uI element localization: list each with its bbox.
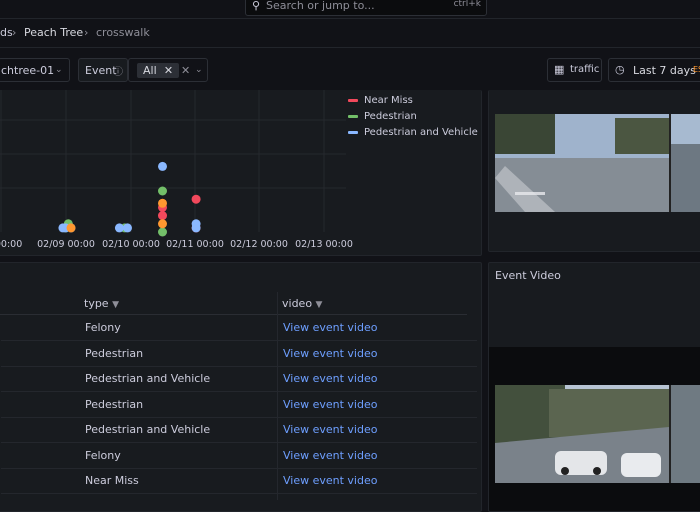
legend-label: Pedestrian xyxy=(364,111,417,122)
dashboard-grid-icon: ▦ xyxy=(554,63,565,76)
view-event-video-link[interactable]: View event video xyxy=(283,347,377,360)
x-tick-label: 02/12 00:00 xyxy=(230,239,288,250)
time-range-label: Last 7 days xyxy=(633,64,696,77)
chevron-down-icon: ⌄ xyxy=(195,65,203,75)
shortcut-hint: ctrl+k xyxy=(453,0,481,9)
scatter-point[interactable] xyxy=(191,194,201,204)
breadcrumb-separator: › xyxy=(12,26,17,39)
chevron-down-icon: ⌄ xyxy=(55,65,63,75)
time-range-picker[interactable]: ◷ Last 7 days ES xyxy=(608,58,700,82)
search-box[interactable]: ⚲ Search or jump to... ctrl+k xyxy=(245,0,487,16)
view-event-video-link[interactable]: View event video xyxy=(283,423,377,436)
search-placeholder: Search or jump to... xyxy=(266,0,375,12)
remove-chip-icon[interactable]: ✕ xyxy=(164,64,173,77)
camera-select-value: chtree-01 xyxy=(1,64,55,77)
cell-type: Pedestrian and Vehicle xyxy=(85,372,211,385)
scatter-point[interactable] xyxy=(114,223,124,233)
cell-type: Pedestrian and Vehicle xyxy=(85,423,211,436)
scatter-point[interactable] xyxy=(158,227,167,237)
event-select[interactable]: All ✕ ✕ ⌄ xyxy=(128,58,208,82)
column-header-label: video xyxy=(282,297,313,310)
legend-item-pedestrian[interactable]: Pedestrian xyxy=(348,111,417,122)
x-tick-label: 02/11 00:00 xyxy=(166,239,224,250)
cell-type: Pedestrian xyxy=(85,346,144,360)
scatter-point[interactable] xyxy=(158,161,167,171)
table-row: Pedestrian and Vehicle View event video xyxy=(1,417,477,443)
camera-snapshot-image[interactable] xyxy=(495,114,700,212)
view-event-video-link[interactable]: View event video xyxy=(283,398,377,411)
table-row: Pedestrian View event video xyxy=(1,392,477,418)
timezone-label: ES xyxy=(693,65,700,74)
legend-label: Pedestrian and Vehicle xyxy=(364,127,478,138)
scatter-point[interactable] xyxy=(123,223,132,233)
table-row: Felony View event video xyxy=(1,315,477,341)
scatter-point[interactable] xyxy=(158,186,167,196)
legend-item-pedestrian-and-vehicle[interactable]: Pedestrian and Vehicle xyxy=(348,127,478,138)
traffic-link-button[interactable]: ▦ traffic xyxy=(547,58,602,82)
column-header-video[interactable]: video ▼ xyxy=(282,297,322,310)
table-row: Near Miss View event video xyxy=(1,468,477,494)
scatter-point[interactable] xyxy=(158,198,167,208)
event-value-label: All xyxy=(143,64,157,77)
x-tick-label: 02/09 00:00 xyxy=(37,239,95,250)
clear-icon[interactable]: ✕ xyxy=(181,64,190,77)
traffic-link-label: traffic xyxy=(570,64,600,75)
breadcrumb-item-dashboards[interactable]: ds xyxy=(0,26,13,39)
legend-item-near-miss[interactable]: Near Miss xyxy=(348,95,413,106)
variables-bar: chtree-01 ⌄ Event ⓘ All ✕ ✕ ⌄ ▦ traffic … xyxy=(0,48,700,93)
event-video-player[interactable] xyxy=(489,347,700,511)
events-scatter-panel: 08 00:00 02/09 00:00 02/10 00:00 02/11 00:0… xyxy=(0,90,482,256)
scatter-point[interactable] xyxy=(158,219,167,229)
filter-icon[interactable]: ▼ xyxy=(112,300,119,310)
table-header: type ▼ video ▼ xyxy=(0,295,467,315)
scatter-point[interactable] xyxy=(158,211,167,221)
view-event-video-link[interactable]: View event video xyxy=(283,449,377,462)
breadcrumb-separator: › xyxy=(84,26,89,39)
scatter-point[interactable] xyxy=(191,219,201,229)
table-row: Pedestrian View event video xyxy=(1,341,477,367)
view-event-video-link[interactable]: View event video xyxy=(283,474,377,487)
top-bar: ⚲ Search or jump to... ctrl+k xyxy=(0,0,700,19)
table-row: Felony View event video xyxy=(1,443,477,469)
info-icon: ⓘ xyxy=(113,67,123,78)
scatter-point[interactable] xyxy=(66,223,76,233)
column-header-label: type xyxy=(84,297,109,310)
event-label-text: Event xyxy=(85,64,117,77)
column-divider xyxy=(277,292,278,500)
breadcrumb-item-peach-tree[interactable]: Peach Tree xyxy=(24,26,83,39)
camera-snapshot-panel xyxy=(488,90,700,252)
event-video-panel: Event Video xyxy=(488,262,700,512)
cell-type: Felony xyxy=(85,321,121,334)
breadcrumb: ds › Peach Tree › crosswalk xyxy=(0,19,700,48)
cell-type: Felony xyxy=(85,448,121,462)
event-label: Event ⓘ xyxy=(78,58,128,82)
camera-select[interactable]: chtree-01 ⌄ xyxy=(0,58,70,82)
filter-icon[interactable]: ▼ xyxy=(316,300,323,310)
legend-label: Near Miss xyxy=(364,95,413,106)
view-event-video-link[interactable]: View event video xyxy=(283,321,377,334)
event-value-chip[interactable]: All ✕ xyxy=(137,63,180,78)
table-row: Pedestrian and Vehicle View event video xyxy=(1,366,477,392)
search-icon: ⚲ xyxy=(252,0,261,12)
column-header-type[interactable]: type ▼ xyxy=(84,297,119,310)
clock-icon: ◷ xyxy=(615,63,625,76)
view-event-video-link[interactable]: View event video xyxy=(283,372,377,385)
breadcrumb-item-crosswalk: crosswalk xyxy=(96,26,150,39)
x-tick-label: 02/10 00:00 xyxy=(102,239,160,250)
cell-type: Pedestrian xyxy=(85,397,144,411)
events-table-panel: type ▼ video ▼ Felony View event video Ped… xyxy=(0,262,482,512)
panel-title: Event Video xyxy=(495,269,561,282)
cell-type: Near Miss xyxy=(85,474,139,487)
x-tick-label: 08 00:00 xyxy=(0,239,22,250)
x-tick-label: 02/13 00:00 xyxy=(295,239,353,250)
